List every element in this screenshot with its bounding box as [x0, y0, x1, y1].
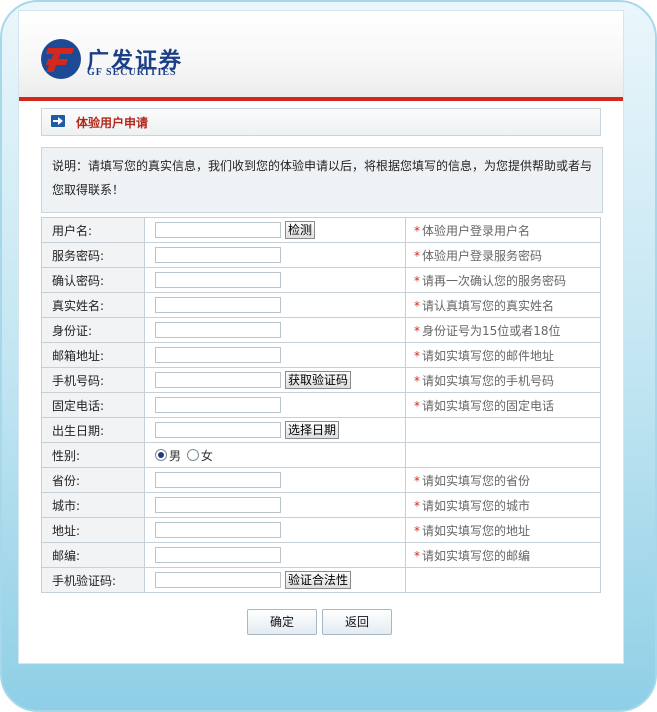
field-label: 用户名: — [41, 217, 145, 243]
required-mark: * — [414, 523, 420, 538]
required-mark: * — [414, 498, 420, 513]
required-mark: * — [414, 398, 420, 413]
birth-date-input[interactable] — [155, 422, 281, 438]
field-hint: 请如实填写您的固定电话 — [422, 398, 555, 413]
form-row: 省份: * 请如实填写您的省份 — [41, 467, 601, 493]
form-row: 确认密码: * 请再一次确认您的服务密码 — [41, 267, 601, 293]
field-hint: 请如实填写您的省份 — [422, 473, 531, 488]
required-mark: * — [414, 548, 420, 563]
form-row: 固定电话: * 请如实填写您的固定电话 — [41, 392, 601, 418]
gender-female-radio[interactable] — [186, 449, 199, 461]
form-row: 邮编: * 请如实填写您的邮编 — [41, 542, 601, 568]
field-label: 固定电话: — [41, 392, 145, 418]
landline-input[interactable] — [155, 397, 281, 413]
form-row: 真实姓名: * 请认真填写您的真实姓名 — [41, 292, 601, 318]
form-row: 服务密码: * 体验用户登录服务密码 — [41, 242, 601, 268]
city-input[interactable] — [155, 497, 281, 513]
section-title-bar: 体验用户申请 — [41, 108, 601, 136]
postcode-input[interactable] — [155, 547, 281, 563]
gender-female-label: 女 — [200, 448, 213, 463]
required-mark: * — [414, 223, 420, 238]
field-label: 邮箱地址: — [41, 342, 145, 368]
province-input[interactable] — [155, 472, 281, 488]
field-label: 服务密码: — [41, 242, 145, 268]
header: 广发证券 GF SECURITIES — [19, 11, 623, 101]
field-hint-empty — [405, 417, 601, 443]
confirm-password-input[interactable] — [155, 272, 281, 288]
required-mark: * — [414, 273, 420, 288]
address-input[interactable] — [155, 522, 281, 538]
gender-male-radio[interactable] — [155, 449, 167, 461]
field-label: 确认密码: — [41, 267, 145, 293]
field-label: 手机号码: — [41, 367, 145, 393]
form-row: 性别: 男 女 — [41, 442, 601, 468]
email-input[interactable] — [155, 347, 281, 363]
select-date-button[interactable]: 选择日期 — [285, 421, 340, 439]
confirm-button[interactable]: 确定 — [247, 609, 317, 635]
username-input[interactable] — [155, 222, 281, 238]
field-hint: 请如实填写您的邮件地址 — [422, 348, 555, 363]
real-name-input[interactable] — [155, 297, 281, 313]
service-password-input[interactable] — [155, 247, 281, 263]
main-panel: 广发证券 GF SECURITIES 体验用户申请 说明：请填写您的真实信息，我… — [18, 10, 624, 664]
form-row: 城市: * 请如实填写您的城市 — [41, 492, 601, 518]
section-title: 体验用户申请 — [76, 116, 149, 130]
form-row: 手机验证码: 验证合法性 — [41, 567, 601, 593]
field-hint-empty — [405, 442, 601, 468]
field-hint: 请如实填写您的邮编 — [422, 548, 531, 563]
required-mark: * — [414, 298, 420, 313]
required-mark: * — [414, 473, 420, 488]
field-hint: 请如实填写您的地址 — [422, 523, 531, 538]
field-label: 手机验证码: — [41, 567, 145, 593]
mobile-input[interactable] — [155, 372, 281, 388]
verify-code-button[interactable]: 验证合法性 — [285, 571, 352, 589]
form-row: 用户名: 检测 * 体验用户登录用户名 — [41, 217, 601, 243]
form-row: 手机号码: 获取验证码 * 请如实填写您的手机号码 — [41, 367, 601, 393]
form-row: 地址: * 请如实填写您的地址 — [41, 517, 601, 543]
gf-securities-logo-icon — [41, 39, 81, 79]
back-button[interactable]: 返回 — [322, 609, 392, 635]
required-mark: * — [414, 323, 420, 338]
field-label: 出生日期: — [41, 417, 145, 443]
required-mark: * — [414, 348, 420, 363]
id-card-input[interactable] — [155, 322, 281, 338]
field-label: 身份证: — [41, 317, 145, 343]
field-hint: 请如实填写您的城市 — [422, 498, 531, 513]
field-label: 真实姓名: — [41, 292, 145, 318]
form-row: 出生日期: 选择日期 — [41, 417, 601, 443]
application-form: 用户名: 检测 * 体验用户登录用户名 服务密码: * 体验用户登录服务密码 确认密… — [41, 217, 601, 593]
gender-male-label: 男 — [169, 448, 182, 463]
field-label: 城市: — [41, 492, 145, 518]
required-mark: * — [414, 248, 420, 263]
get-code-button[interactable]: 获取验证码 — [285, 371, 352, 389]
form-row: 邮箱地址: * 请如实填写您的邮件地址 — [41, 342, 601, 368]
field-hint: 请如实填写您的手机号码 — [422, 373, 555, 388]
field-hint: 请认真填写您的真实姓名 — [422, 298, 555, 313]
field-label: 性别: — [41, 442, 145, 468]
field-hint: 请再一次确认您的服务密码 — [422, 273, 567, 288]
field-hint: 体验用户登录用户名 — [422, 223, 531, 238]
field-hint: 体验用户登录服务密码 — [422, 248, 543, 263]
check-username-button[interactable]: 检测 — [285, 221, 316, 239]
field-label: 省份: — [41, 467, 145, 493]
sms-code-input[interactable] — [155, 572, 281, 588]
field-label: 邮编: — [41, 542, 145, 568]
form-row: 身份证: * 身份证号为15位或者18位 — [41, 317, 601, 343]
description-box: 说明：请填写您的真实信息，我们收到您的体验申请以后，将根据您填写的信息，为您提供… — [41, 147, 603, 213]
brand-name-en: GF SECURITIES — [87, 67, 177, 78]
field-hint-empty — [405, 567, 601, 593]
field-label: 地址: — [41, 517, 145, 543]
required-mark: * — [414, 373, 420, 388]
field-hint: 身份证号为15位或者18位 — [422, 323, 561, 338]
arrow-right-icon — [51, 115, 65, 127]
